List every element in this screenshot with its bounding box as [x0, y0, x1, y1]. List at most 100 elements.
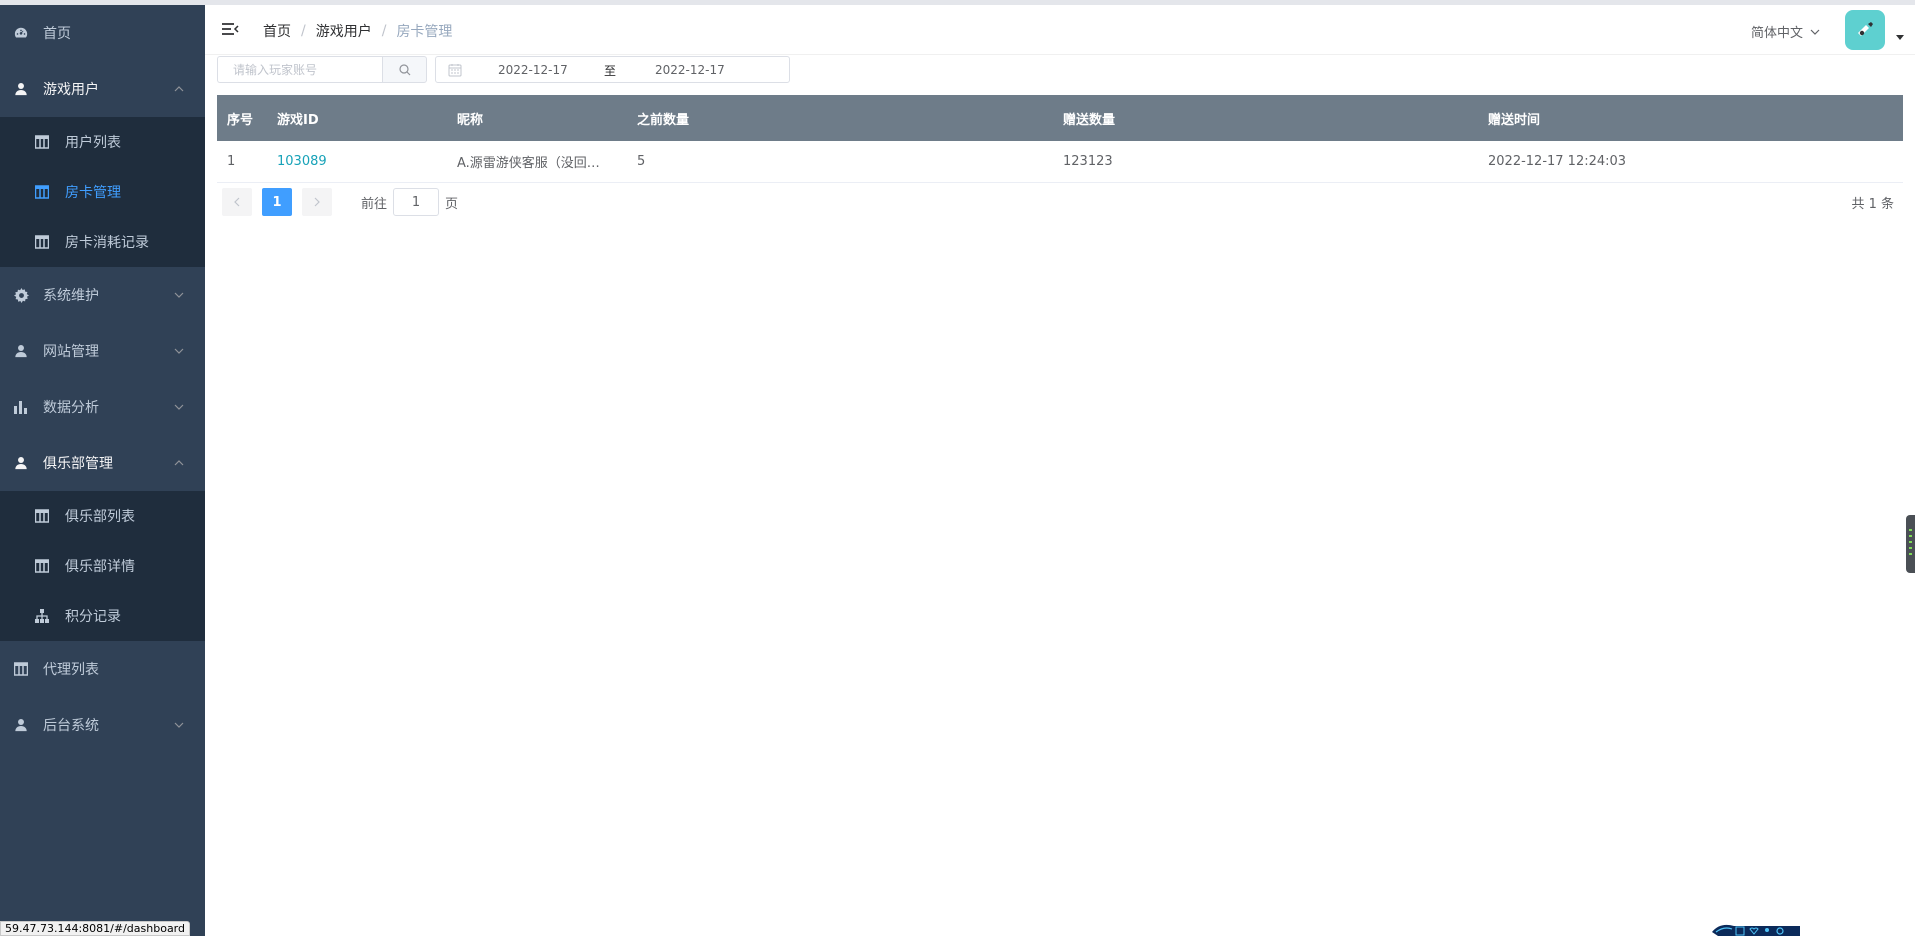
date-range-separator: 至 — [604, 64, 617, 78]
breadcrumb-separator: / — [381, 23, 387, 39]
sidebar-item-label: 积分记录 — [65, 609, 121, 625]
player-search — [217, 56, 427, 83]
user-icon — [13, 455, 29, 471]
sidebar-item-label: 俱乐部详情 — [65, 559, 135, 575]
chevron-up-icon — [173, 83, 185, 95]
chevron-down-icon — [173, 345, 185, 357]
page-jumper: 前往 页 — [361, 188, 458, 216]
table-row: 1 103089 A.源雷游侠客服（没回… 5 123123 2022-12-1… — [217, 141, 1903, 183]
table-icon — [13, 661, 29, 677]
submenu-game-users: 用户列表 房卡管理 房卡消耗记录 — [0, 117, 205, 267]
player-account-input[interactable] — [217, 56, 382, 83]
sidebar-item-agent-list[interactable]: 代理列表 — [0, 641, 205, 697]
gear-icon — [13, 287, 29, 303]
sidebar-item-label: 首页 — [43, 26, 71, 42]
table-icon — [34, 135, 49, 150]
user-icon — [13, 343, 29, 359]
browser-status-url: 59.47.73.144:8081/#/dashboard — [0, 921, 190, 936]
chevron-down-icon — [1809, 26, 1821, 38]
table-icon — [34, 185, 49, 200]
bar-chart-icon — [13, 399, 29, 415]
column-header-gift-amount: 赠送数量 — [1063, 112, 1116, 128]
cell-previous-amount: 5 — [637, 154, 646, 169]
date-range-picker[interactable]: 2022-12-17 至 2022-12-17 — [435, 56, 790, 83]
sidebar-item-club-management[interactable]: 俱乐部管理 — [0, 435, 205, 491]
sidebar-item-club-details[interactable]: 俱乐部详情 — [0, 541, 205, 591]
breadcrumb-home[interactable]: 首页 — [263, 21, 291, 41]
side-drawer-handle[interactable] — [1906, 515, 1915, 573]
sidebar-item-label: 后台系统 — [43, 718, 99, 734]
sidebar-item-home[interactable]: 首页 — [0, 5, 205, 61]
chevron-right-icon — [314, 197, 320, 207]
tree-icon — [34, 609, 49, 624]
goto-prefix: 前往 — [361, 196, 388, 212]
column-header-game-id: 游戏ID — [277, 112, 319, 128]
cell-gift-amount: 123123 — [1063, 154, 1113, 169]
start-date-input[interactable]: 2022-12-17 — [498, 63, 568, 77]
cell-game-id: 103089 — [267, 154, 447, 169]
sidebar: 首页 游戏用户 用户列表 房卡管理 房卡消耗记录 系统维护 网站管理 数据分析 … — [0, 5, 205, 936]
search-button[interactable] — [382, 56, 427, 83]
goto-suffix: 页 — [445, 196, 459, 212]
sidebar-item-label: 俱乐部管理 — [43, 456, 113, 472]
sidebar-item-room-card-consumption[interactable]: 房卡消耗记录 — [0, 217, 205, 267]
breadcrumb-separator: / — [301, 23, 306, 39]
sidebar-item-label: 网站管理 — [43, 344, 99, 360]
sidebar-item-label: 游戏用户 — [43, 82, 99, 98]
dashboard-icon — [13, 25, 29, 41]
end-date-input[interactable]: 2022-12-17 — [655, 63, 725, 77]
sidebar-item-game-users[interactable]: 游戏用户 — [0, 61, 205, 117]
sidebar-item-room-card-management[interactable]: 房卡管理 — [0, 167, 205, 217]
sidebar-item-system-maintenance[interactable]: 系统维护 — [0, 267, 205, 323]
prev-page-button[interactable] — [222, 188, 252, 216]
avatar-image — [1858, 22, 1873, 36]
chevron-down-icon — [173, 289, 185, 301]
page-number-button[interactable]: 1 — [262, 188, 292, 216]
chevron-down-icon — [173, 401, 185, 413]
language-selector[interactable]: 简体中文 — [1751, 22, 1821, 41]
sidebar-item-points-record[interactable]: 积分记录 — [0, 591, 205, 641]
total-count: 共 1 条 — [1851, 197, 1894, 212]
sidebar-item-label: 系统维护 — [43, 288, 99, 304]
sidebar-item-label: 数据分析 — [43, 400, 99, 416]
sidebar-item-data-analysis[interactable]: 数据分析 — [0, 379, 205, 435]
sidebar-item-label: 房卡消耗记录 — [65, 235, 149, 251]
pagination: 1 前往 页 — [222, 188, 458, 216]
floating-toolbar-widget[interactable] — [1710, 920, 1802, 936]
cell-nickname: A.源雷游侠客服（没回… — [457, 156, 600, 171]
chevron-left-icon — [234, 197, 240, 207]
caret-down-icon[interactable] — [1896, 35, 1904, 40]
submenu-club-management: 俱乐部列表 俱乐部详情 积分记录 — [0, 491, 205, 641]
breadcrumb-current: 房卡管理 — [396, 24, 453, 40]
sidebar-item-label: 用户列表 — [65, 135, 121, 151]
sidebar-item-website-management[interactable]: 网站管理 — [0, 323, 205, 379]
search-icon — [398, 63, 410, 75]
sidebar-item-label: 代理列表 — [43, 662, 99, 678]
avatar[interactable] — [1845, 10, 1885, 50]
column-header-gift-time: 赠送时间 — [1488, 112, 1541, 128]
calendar-icon — [448, 63, 462, 77]
navbar: 首页 / 游戏用户 / 房卡管理 简体中文 — [205, 5, 1915, 55]
sidebar-item-user-list[interactable]: 用户列表 — [0, 117, 205, 167]
sidebar-item-label: 俱乐部列表 — [65, 509, 135, 525]
user-icon — [13, 81, 29, 97]
chevron-up-icon — [173, 457, 185, 469]
column-header-previous-amount: 之前数量 — [637, 112, 690, 128]
table-icon — [34, 559, 49, 574]
sidebar-item-backend-system[interactable]: 后台系统 — [0, 697, 205, 753]
language-label: 简体中文 — [1750, 26, 1803, 41]
game-id-link[interactable]: 103089 — [277, 154, 327, 169]
sidebar-item-club-list[interactable]: 俱乐部列表 — [0, 491, 205, 541]
breadcrumb: 首页 / 游戏用户 / 房卡管理 — [263, 21, 452, 41]
cell-index: 1 — [227, 154, 236, 169]
table-header: 序号 游戏ID 昵称 之前数量 赠送数量 赠送时间 — [217, 95, 1903, 141]
next-page-button[interactable] — [302, 188, 332, 216]
hamburger-icon[interactable] — [221, 21, 239, 39]
table-icon — [34, 509, 49, 524]
sidebar-item-label: 房卡管理 — [65, 185, 121, 201]
column-header-index: 序号 — [227, 112, 254, 128]
goto-page-input[interactable] — [393, 188, 440, 216]
breadcrumb-game-users[interactable]: 游戏用户 — [316, 21, 372, 41]
chevron-down-icon — [173, 719, 185, 731]
column-header-nickname: 昵称 — [457, 112, 484, 128]
